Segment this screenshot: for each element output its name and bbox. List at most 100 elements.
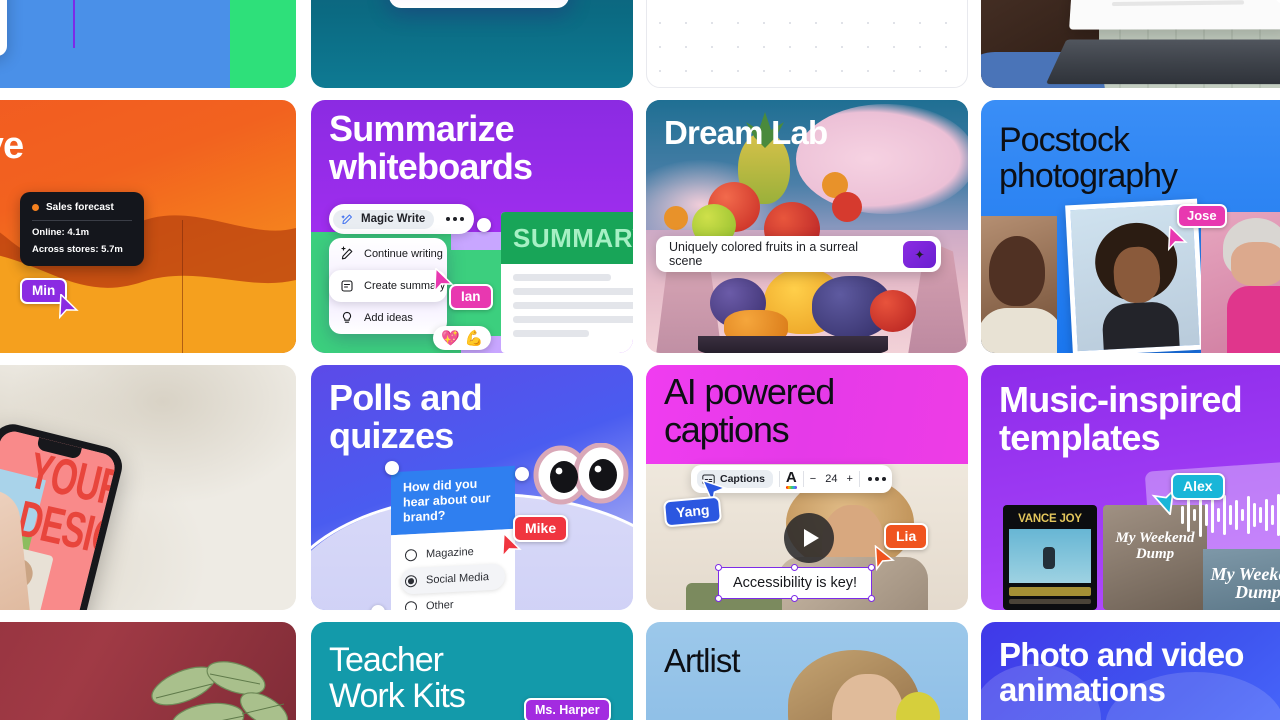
template-label: VANCE JOY: [1018, 513, 1082, 525]
card-title: AI powered captions: [664, 371, 835, 451]
card-music-templates[interactable]: Music-inspired templates VANCE JOY My We…: [981, 365, 1280, 610]
laptop-screen: Canva Work Kits Small Business: [1069, 0, 1280, 30]
card-title: Polls and quizzes: [329, 377, 483, 457]
pencil-icon: [400, 0, 416, 1]
card-interactive-charts[interactable]: Interactive charts Sales forecast Online…: [0, 100, 296, 353]
card-pocstock-photography[interactable]: Pocstock photography Jose: [981, 100, 1280, 353]
template-vance-joy[interactable]: VANCE JOY: [1003, 505, 1097, 610]
play-button-icon[interactable]: [784, 513, 834, 563]
card-title: Pocstock photography: [999, 121, 1178, 196]
photo-man: [981, 216, 1057, 353]
card-work-kits-laptop[interactable]: Canva Work Kits Small Business: [981, 0, 1280, 88]
radio-icon-selected[interactable]: [405, 574, 417, 588]
sticky-note: [451, 232, 503, 250]
menu-item-label: Add ideas: [364, 312, 413, 324]
menu-item-label: Continue writing: [364, 248, 443, 260]
reaction-emoji: 💪: [464, 330, 484, 347]
card-magic-write-doc[interactable]: he that e s up. Apply Keep writing Short…: [311, 0, 633, 88]
collaborator-badge-mike[interactable]: Mike: [513, 515, 569, 542]
summary-heading: SUMMARY: [513, 222, 633, 253]
lightbulb-icon: [342, 311, 352, 323]
photo-senior-woman: [1201, 212, 1280, 353]
option-label: Magazine: [426, 545, 474, 561]
sparkle-icon[interactable]: ✦: [903, 240, 936, 268]
ellipsis-icon[interactable]: [867, 477, 886, 481]
card-polls-and-quizzes[interactable]: Polls and quizzes How did you hear about…: [311, 365, 633, 610]
prompt-value: Uniquely colored fruits in a surreal sce…: [669, 240, 858, 268]
cursor-pointer-min: [58, 294, 79, 320]
caption-text: Accessibility is key!: [733, 575, 858, 591]
selection-handle[interactable]: [477, 218, 491, 232]
placeholder-lines: [501, 264, 633, 347]
card-ai-powered-captions[interactable]: AI powered captions Captions A − 24 + Ya…: [646, 365, 968, 610]
poll-question: How did you hear about our brand?: [391, 465, 515, 536]
series-dot-icon: [32, 204, 39, 211]
card-photo-video-animations[interactable]: Photo and video animations: [981, 622, 1280, 720]
plant-decoration: [151, 661, 289, 720]
menu-item-add-ideas[interactable]: Add ideas: [329, 302, 447, 334]
note-summary-icon: [341, 280, 353, 292]
prompt-input-bar[interactable]: Uniquely colored fruits in a surreal sce…: [656, 236, 941, 272]
apple: [870, 290, 916, 332]
tooltip-row: Online: 4.1m: [32, 227, 132, 238]
font-size-stepper[interactable]: − 24 +: [810, 473, 853, 485]
sort-menu[interactable]: By topic By color By name: [0, 0, 7, 56]
card-sort-menu[interactable]: By topic By color By name: [0, 0, 296, 88]
magic-write-menu[interactable]: Keep writing Shorten: [389, 0, 569, 8]
card-student-work-kits[interactable]: Student Work Kits: [0, 622, 296, 720]
magic-write-button[interactable]: Magic Write: [333, 209, 435, 229]
cherry: [832, 192, 862, 222]
collaborator-badge-lia[interactable]: Lia: [884, 523, 929, 550]
plus-icon[interactable]: +: [846, 473, 852, 485]
magic-wand-pencil-icon: [341, 214, 352, 224]
grid-gutter: [296, 0, 310, 88]
font-color-A-icon[interactable]: A: [785, 470, 797, 489]
collaborator-badge-yang[interactable]: Yang: [662, 495, 723, 528]
reaction-chips[interactable]: 💖 💪: [433, 326, 492, 350]
option-label: Other: [426, 598, 454, 610]
card-photo-to-mockup[interactable]: Photo to mockup YOUR DESIGN: [0, 365, 296, 610]
menu-item-by-name[interactable]: By name: [0, 20, 7, 50]
collaborator-badge-alex[interactable]: Alex: [1171, 473, 1225, 500]
card-summarize-whiteboards[interactable]: Summarize whiteboards SUMMARY Magic Writ…: [311, 100, 633, 353]
card-title: Artlist: [664, 642, 740, 679]
menu-item-shorten[interactable]: Shorten: [389, 0, 569, 8]
selection-edge: [73, 0, 75, 48]
card-title: Interactive charts: [0, 125, 24, 167]
card-artlist[interactable]: Artlist: [646, 622, 968, 720]
googly-eyes-sticker: [533, 443, 629, 505]
summary-document: SUMMARY: [501, 212, 633, 353]
card-reactions[interactable]: 👍 2 3 Liz: [646, 0, 968, 88]
radio-icon[interactable]: [405, 548, 417, 562]
row-label: Across stores:: [32, 244, 99, 255]
row-value: 5.7m: [101, 244, 123, 255]
card-title: Dream Lab: [664, 114, 828, 151]
font-size-value: 24: [825, 473, 838, 485]
pencil-plus-icon: [341, 246, 353, 260]
card-title: Music-inspired templates: [999, 379, 1243, 459]
magic-write-label: Magic Write: [361, 213, 426, 225]
menu-item-by-color[interactable]: By color: [0, 0, 7, 20]
menu-item-continue-writing[interactable]: Continue writing: [329, 238, 447, 270]
tooltip-row: Across stores: 5.7m: [32, 244, 132, 255]
template-weekend-dump-2[interactable]: My Weekend Dump: [1203, 549, 1280, 610]
card-teacher-work-kits[interactable]: Teacher Work Kits Ms. Harper: [311, 622, 633, 720]
chart-guideline: [182, 220, 183, 353]
collaborator-badge-jose[interactable]: Jose: [1177, 204, 1227, 228]
magic-write-toolbar[interactable]: Magic Write: [329, 204, 475, 234]
radio-icon[interactable]: [405, 600, 417, 610]
row-label: Online:: [32, 227, 65, 238]
option-label: Social Media: [426, 571, 489, 587]
cards-grid: By topic By color By name he that e s up…: [0, 0, 1280, 720]
ellipsis-icon[interactable]: [446, 217, 465, 221]
selection-handle[interactable]: [515, 467, 529, 481]
card-dream-lab[interactable]: Dream Lab Uniquely colored fruits in a s…: [646, 100, 968, 353]
minus-icon[interactable]: −: [810, 473, 816, 485]
collaborator-badge-ian[interactable]: Ian: [449, 284, 493, 310]
selection-handle[interactable]: [385, 461, 399, 475]
caption-text-box[interactable]: Accessibility is key!: [715, 564, 876, 602]
fruit-bowl: [698, 336, 888, 353]
chart-tooltip: Sales forecast Online: 4.1m Across store…: [20, 192, 144, 266]
green-panel: [230, 0, 296, 88]
collaborator-badge-ms-harper[interactable]: Ms. Harper: [524, 698, 611, 720]
